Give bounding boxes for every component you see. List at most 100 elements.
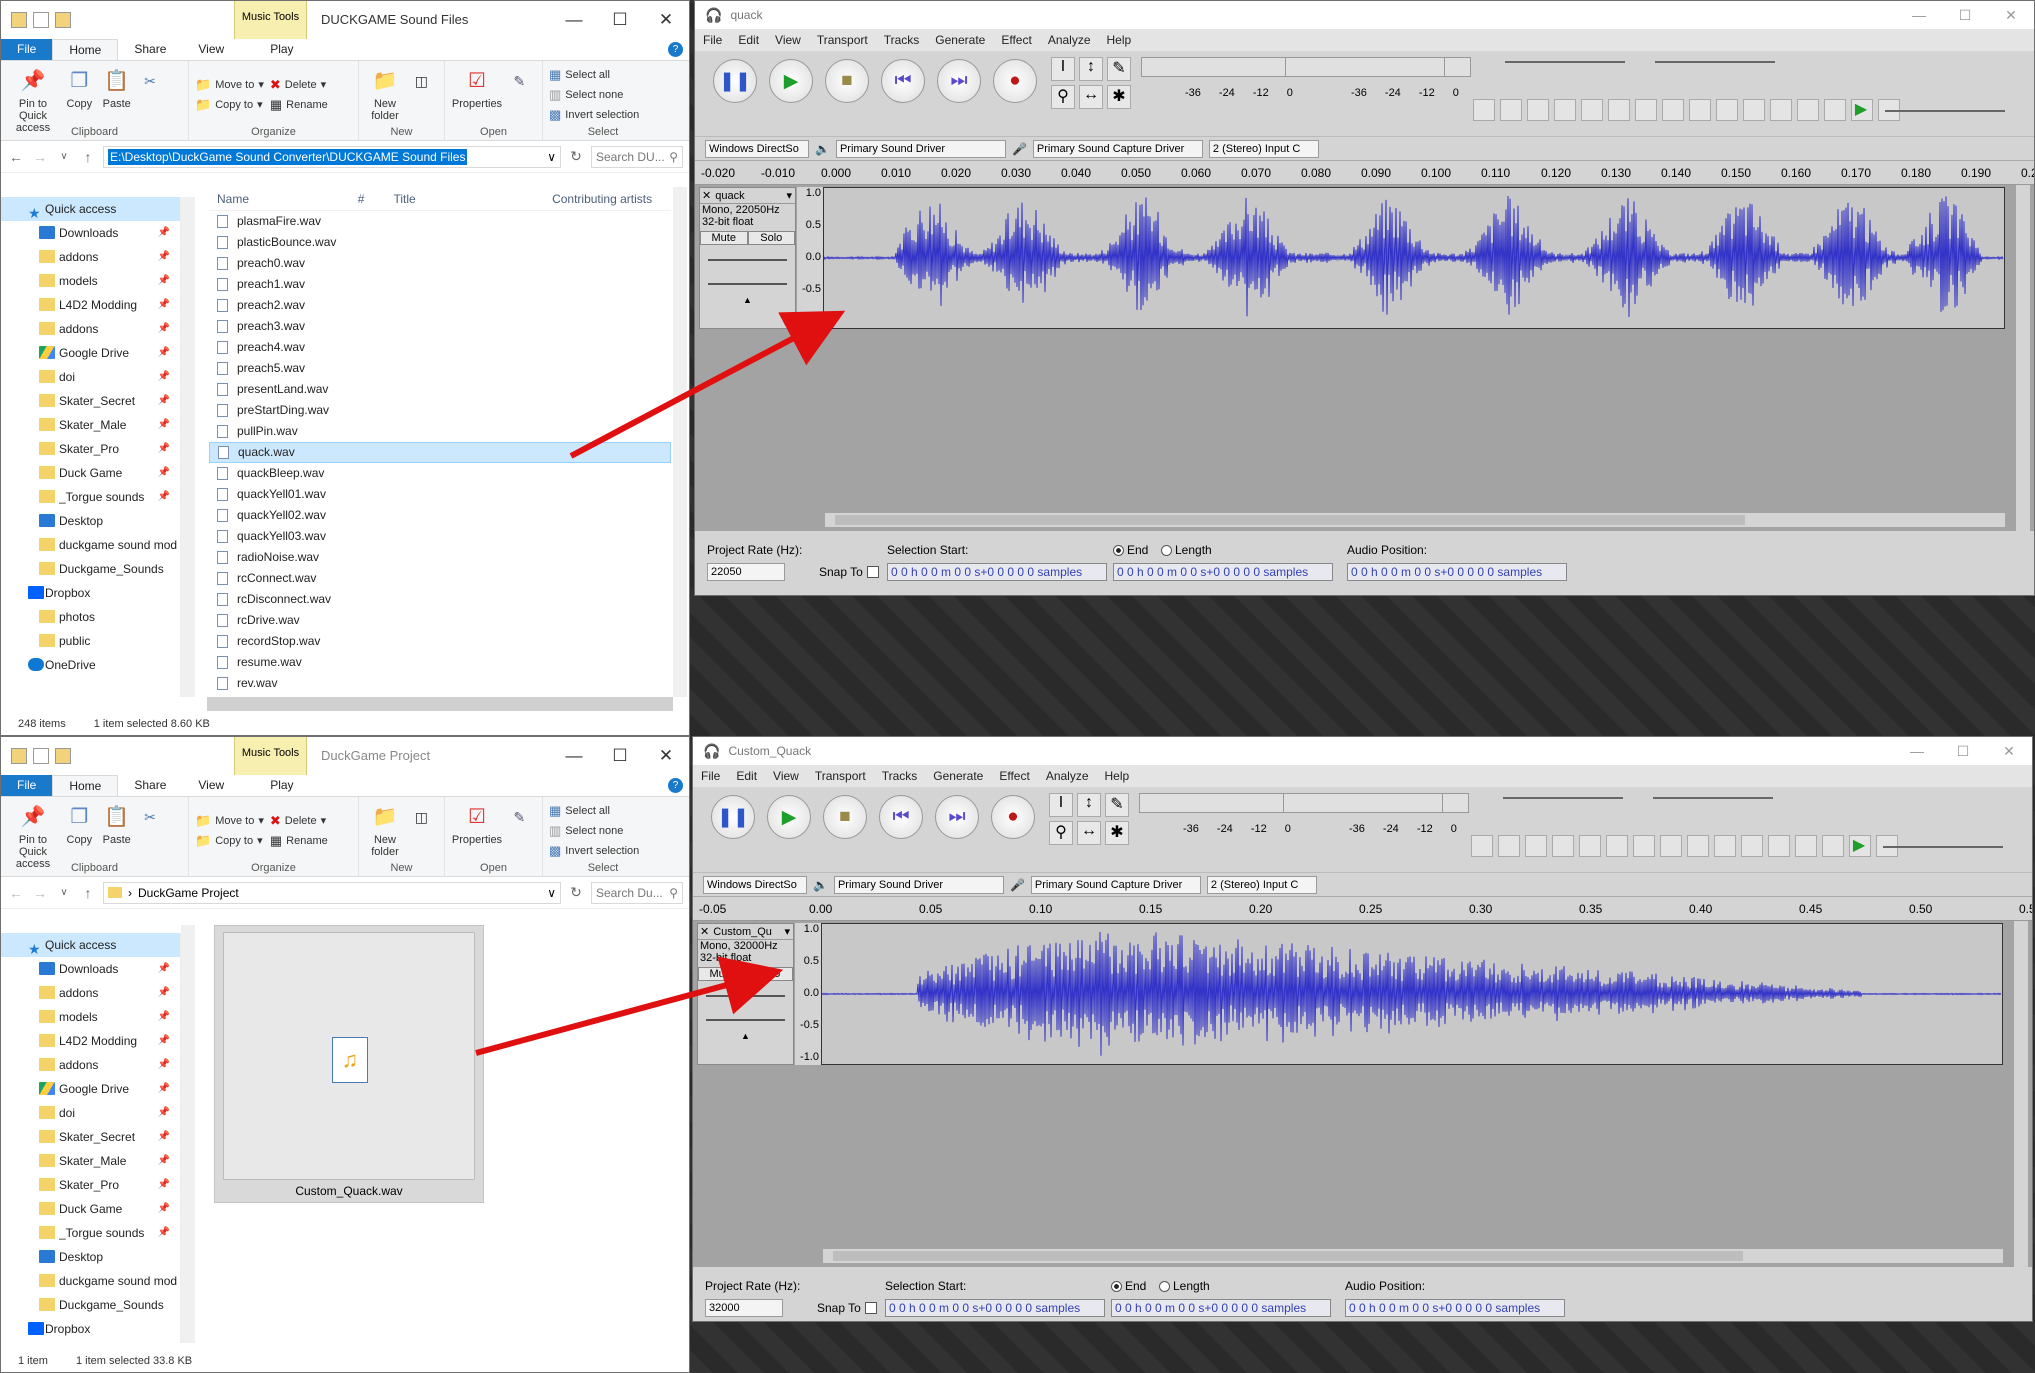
recent-dropdown-icon[interactable]: ∨ xyxy=(55,151,73,162)
edit-tool-button[interactable] xyxy=(1525,835,1547,857)
tab-play[interactable]: Play xyxy=(254,775,309,796)
playback-meter[interactable] xyxy=(1285,57,1445,77)
selection-start-field[interactable]: 0 0 h 0 0 m 0 0 s+0 0 0 0 0 samples xyxy=(885,1299,1105,1317)
column-number[interactable]: # xyxy=(358,192,394,206)
edit-tool-button[interactable] xyxy=(1500,99,1522,121)
nav-item[interactable]: ★ Quick access xyxy=(1,933,180,957)
nav-item[interactable]: Skater_Male 📌 xyxy=(1,1149,180,1173)
project-rate-select[interactable]: 32000 xyxy=(705,1299,783,1317)
music-tools-context-tab[interactable]: Music Tools xyxy=(234,737,307,775)
copy-to-button[interactable]: 📁 Copy to ▾ xyxy=(195,95,264,115)
pin-icon[interactable]: 📌 xyxy=(158,957,170,981)
pin-icon[interactable]: 📌 xyxy=(158,1221,170,1245)
zoom-tool[interactable]: ⚲ xyxy=(1051,85,1075,109)
nav-item[interactable]: ★ Quick access xyxy=(1,197,180,221)
maximize-button[interactable]: ☐ xyxy=(597,737,643,775)
track-close-icon[interactable]: ✕ xyxy=(698,925,709,938)
new-folder-button[interactable]: 📁 New folder xyxy=(365,801,405,858)
tab-file[interactable]: File xyxy=(1,775,53,796)
scroll-thumb[interactable] xyxy=(833,1251,1743,1261)
file-row[interactable]: presentLand.wav xyxy=(209,379,671,400)
pause-button[interactable]: ❚❚ xyxy=(713,59,757,103)
play-button[interactable]: ▶ xyxy=(767,795,811,839)
pin-icon[interactable]: 📌 xyxy=(158,437,170,461)
nav-item[interactable]: Skater_Male 📌 xyxy=(1,413,180,437)
edit-tool-button[interactable] xyxy=(1797,99,1819,121)
edit-tool-button[interactable] xyxy=(1527,99,1549,121)
edit-tool-button[interactable] xyxy=(1552,835,1574,857)
edit-tool-button[interactable] xyxy=(1633,835,1655,857)
column-title[interactable]: Title xyxy=(393,192,552,206)
edit-tool-button[interactable] xyxy=(1770,99,1792,121)
chevron-down-icon[interactable]: ▾ xyxy=(784,925,793,938)
nav-item[interactable]: Duck Game 📌 xyxy=(1,1197,180,1221)
invert-selection-button[interactable]: ▩ Invert selection xyxy=(549,841,657,861)
nav-item[interactable]: doi 📌 xyxy=(1,1101,180,1125)
forward-arrow-icon[interactable]: → xyxy=(31,149,49,165)
tab-share[interactable]: Share xyxy=(118,39,182,60)
close-button[interactable]: ✕ xyxy=(1988,1,2034,29)
play-at-speed-button[interactable]: ▶ xyxy=(1850,99,1872,121)
menu-effect[interactable]: Effect xyxy=(1001,33,1031,47)
cut-button[interactable]: ✂ xyxy=(137,65,157,98)
up-arrow-icon[interactable]: ↑ xyxy=(79,885,97,901)
minimize-button[interactable]: — xyxy=(551,737,597,775)
recording-device-select[interactable]: Primary Sound Capture Driver xyxy=(1032,139,1203,158)
solo-button[interactable]: Solo xyxy=(747,231,795,245)
menu-analyze[interactable]: Analyze xyxy=(1046,769,1089,783)
chevron-down-icon[interactable]: ▾ xyxy=(786,189,795,202)
refresh-icon[interactable]: ↻ xyxy=(567,148,585,165)
nav-item[interactable]: Dropbox xyxy=(1,1317,180,1341)
envelope-tool[interactable]: ↕ xyxy=(1079,57,1103,81)
edit-tool-button[interactable] xyxy=(1714,835,1736,857)
new-folder-icon[interactable] xyxy=(55,748,71,764)
menu-view[interactable]: View xyxy=(775,33,801,47)
rename-button[interactable]: ▦ Rename xyxy=(270,831,328,851)
recording-device-select[interactable]: Primary Sound Capture Driver xyxy=(1030,875,1201,894)
timeshift-tool[interactable]: ↔ xyxy=(1079,85,1103,109)
audio-position-field[interactable]: 0 0 h 0 0 m 0 0 s+0 0 0 0 0 samples xyxy=(1345,1299,1565,1317)
help-icon[interactable]: ? xyxy=(668,42,683,57)
channels-select[interactable]: 2 (Stereo) Input C xyxy=(1208,139,1319,158)
tab-home[interactable]: Home xyxy=(52,775,119,796)
mute-button[interactable]: Mute xyxy=(700,231,748,245)
nav-item[interactable]: Google Drive 📌 xyxy=(1,341,180,365)
length-radio[interactable] xyxy=(1159,1281,1170,1292)
timeline-ruler[interactable]: -0.05 0.00 0.05 0.10 0.15 0.20 0.25 0.30 0.35 0.4… xyxy=(693,897,2032,921)
help-icon[interactable]: ? xyxy=(668,778,683,793)
menu-generate[interactable]: Generate xyxy=(933,769,983,783)
tab-share[interactable]: Share xyxy=(118,775,182,796)
volume-slider[interactable] xyxy=(1505,61,1625,63)
collapse-arrow-icon[interactable]: ▲ xyxy=(700,295,795,305)
selection-tool[interactable]: I xyxy=(1051,57,1075,81)
solo-button[interactable]: Solo xyxy=(745,967,793,981)
timeshift-tool[interactable]: ↔ xyxy=(1077,821,1101,845)
pin-icon[interactable]: 📌 xyxy=(158,293,170,317)
edit-tool-button[interactable] xyxy=(1660,835,1682,857)
copy-to-button[interactable]: 📁 Copy to ▾ xyxy=(195,831,264,851)
track-name[interactable]: quack xyxy=(715,190,744,202)
pin-icon[interactable]: 📌 xyxy=(158,245,170,269)
envelope-tool[interactable]: ↕ xyxy=(1077,793,1101,817)
pan-slider[interactable] xyxy=(706,1019,785,1021)
playback-device-select[interactable]: Primary Sound Driver xyxy=(833,875,1004,894)
file-row[interactable]: radioNoise.wav xyxy=(209,547,671,568)
chevron-down-icon[interactable]: ∨ xyxy=(547,886,560,900)
stop-button[interactable]: ■ xyxy=(825,59,869,103)
maximize-button[interactable]: ☐ xyxy=(597,1,643,39)
nav-scrollbar[interactable] xyxy=(181,925,195,1343)
tab-file[interactable]: File xyxy=(1,39,53,60)
column-name[interactable]: Name xyxy=(209,192,358,206)
edit-tool-button[interactable] xyxy=(1741,835,1763,857)
properties-icon[interactable] xyxy=(33,12,49,28)
nav-item[interactable]: addons 📌 xyxy=(1,317,180,341)
stop-button[interactable]: ■ xyxy=(823,795,867,839)
new-item-button[interactable]: ◫ xyxy=(408,65,432,98)
close-button[interactable]: ✕ xyxy=(1986,737,2032,765)
scroll-thumb[interactable] xyxy=(835,515,1745,525)
file-row[interactable]: pullPin.wav xyxy=(209,421,671,442)
nav-item[interactable]: Duckgame_Sounds xyxy=(1,1293,180,1317)
edit-tool-button[interactable] xyxy=(1473,99,1495,121)
refresh-icon[interactable]: ↻ xyxy=(567,884,585,901)
end-radio[interactable] xyxy=(1113,545,1124,556)
